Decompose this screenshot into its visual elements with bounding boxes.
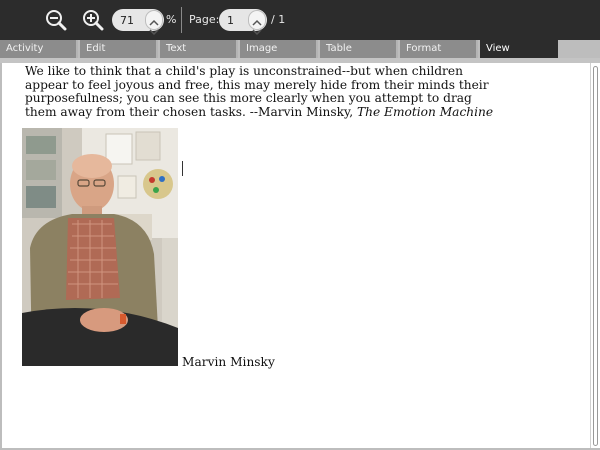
toolbar: % Page: / 1	[0, 0, 600, 40]
zoom-unit-label: %	[166, 13, 177, 26]
tab-activity[interactable]: Activity	[0, 40, 78, 58]
tab-image[interactable]: Image	[240, 40, 318, 58]
quote-line: purposefulness; you can see this more cl…	[25, 91, 472, 106]
zoom-input[interactable]	[120, 12, 148, 28]
chevron-down-icon[interactable]	[252, 21, 262, 36]
zoom-out-icon[interactable]	[45, 9, 67, 31]
tab-bar: Activity Edit Text Image Table Format Vi…	[0, 40, 600, 58]
page-spinbox[interactable]	[219, 9, 267, 36]
zoom-in-icon[interactable]	[82, 9, 104, 31]
chevron-down-icon[interactable]	[149, 21, 159, 36]
quote-line: appear to feel joyous and free, this may…	[25, 77, 489, 92]
tab-format[interactable]: Format	[400, 40, 478, 58]
zoom-stepper[interactable]	[145, 10, 163, 36]
tab-text[interactable]: Text	[160, 40, 238, 58]
quote-line: We like to think that a child's play is …	[25, 64, 463, 78]
page-label: Page:	[189, 13, 220, 26]
quote-source-title: The Emotion Machine	[356, 105, 494, 120]
text-cursor	[182, 161, 183, 176]
scrollbar-thumb[interactable]	[593, 66, 598, 446]
page-total-label: / 1	[271, 13, 286, 26]
toolbar-separator	[181, 7, 182, 33]
photo-caption[interactable]: Marvin Minsky	[182, 355, 275, 369]
tab-view[interactable]: View	[480, 40, 558, 58]
quote-line: them away from their chosen tasks. --Mar…	[25, 105, 495, 120]
page-stepper[interactable]	[248, 10, 266, 36]
portrait-photo[interactable]	[22, 128, 178, 366]
quote-paragraph[interactable]: We like to think that a child's play is …	[25, 64, 495, 120]
tab-table[interactable]: Table	[320, 40, 398, 58]
chevron-up-icon[interactable]	[252, 12, 262, 26]
zoom-spinbox[interactable]	[112, 9, 164, 36]
quote-attribution: them away from their chosen tasks. --Mar…	[25, 105, 357, 120]
chevron-up-icon[interactable]	[149, 12, 159, 26]
tab-edit[interactable]: Edit	[80, 40, 158, 58]
